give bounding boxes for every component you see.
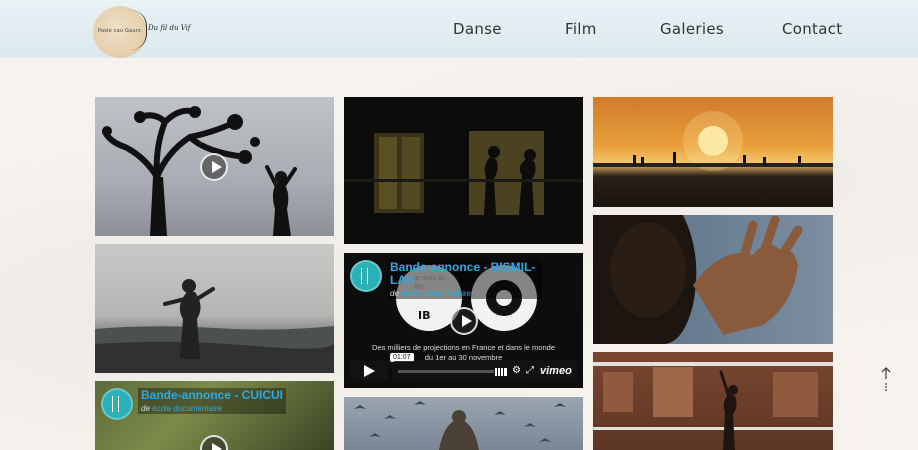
video-title[interactable]: Bande-annonce - CUICUI bbox=[141, 389, 283, 402]
vimeo-logo[interactable]: vimeo bbox=[540, 365, 572, 377]
gallery-tile-birds[interactable] bbox=[344, 397, 583, 450]
gallery-tile-gym-dancer[interactable] bbox=[593, 352, 833, 450]
video-byline: de école documentaire bbox=[141, 404, 283, 413]
hands-scene bbox=[593, 215, 803, 344]
sunset-scene bbox=[593, 111, 833, 171]
gallery-tile-sunset-beach[interactable] bbox=[593, 97, 833, 207]
video-header: Bande-annonce - CUICUI de école document… bbox=[101, 388, 287, 420]
nav-item-contact[interactable]: Contact bbox=[782, 20, 842, 38]
gallery-tile-baobab[interactable] bbox=[95, 97, 334, 236]
video-header: Bande-annonce - BISMIL-LAH de école docu… bbox=[350, 260, 542, 299]
gallery-tile-beach-dancer[interactable] bbox=[95, 244, 334, 373]
caption-line-1: Des milliers de projections en France et… bbox=[371, 343, 555, 352]
birds-scene bbox=[354, 401, 566, 450]
channel-avatar[interactable] bbox=[350, 260, 382, 292]
gym-scene bbox=[593, 362, 833, 450]
play-icon bbox=[364, 365, 375, 377]
channel-link[interactable]: école documentaire bbox=[401, 289, 471, 298]
play-icon[interactable] bbox=[200, 153, 228, 181]
channel-link[interactable]: école documentaire bbox=[152, 404, 222, 413]
video-player-cuicui[interactable]: Bande-annonce - CUICUI de école document… bbox=[95, 381, 334, 450]
progress-bar[interactable] bbox=[398, 370, 494, 373]
gallery-tile-window-silhouettes[interactable] bbox=[344, 97, 583, 244]
nav-item-film[interactable]: Film bbox=[565, 20, 597, 38]
site-header: Pasle cau Gaurz Du fil du Vif Danse Film… bbox=[0, 0, 918, 58]
channel-avatar[interactable] bbox=[101, 388, 133, 420]
video-title[interactable]: Bande-annonce - BISMIL-LAH bbox=[390, 261, 539, 287]
gallery-tile-hands[interactable] bbox=[593, 215, 833, 344]
volume-icon[interactable] bbox=[495, 368, 507, 376]
byline-prefix: de bbox=[390, 289, 399, 298]
play-icon[interactable] bbox=[200, 435, 228, 450]
play-icon[interactable] bbox=[450, 307, 478, 335]
scroll-to-top-button[interactable] bbox=[880, 366, 892, 391]
logo[interactable]: Pasle cau Gaurz bbox=[93, 6, 147, 58]
nav-item-galeries[interactable]: Galeries bbox=[660, 20, 724, 38]
window-scene bbox=[344, 131, 583, 215]
player-controls: 01:07 ⚙ ⤢ vimeo bbox=[350, 353, 577, 381]
brand-name[interactable]: Du fil du Vif bbox=[148, 24, 190, 32]
arrow-up-icon bbox=[881, 367, 891, 391]
video-player-bismillah[interactable]: IB le mois du film Bande-annonce - BISMI… bbox=[344, 253, 583, 388]
settings-icon[interactable]: ⚙ bbox=[512, 365, 521, 376]
logo-caption: Pasle cau Gaurz bbox=[98, 28, 141, 34]
video-byline: de école documentaire bbox=[390, 289, 539, 298]
play-pause-button[interactable] bbox=[350, 361, 388, 381]
nav-item-danse[interactable]: Danse bbox=[453, 20, 502, 38]
control-bar: ⚙ ⤢ vimeo bbox=[392, 361, 577, 381]
fullscreen-icon[interactable]: ⤢ bbox=[526, 365, 534, 376]
svg-text:IB: IB bbox=[418, 309, 430, 322]
byline-prefix: de bbox=[141, 404, 150, 413]
beach-dancer-silhouette bbox=[95, 279, 334, 373]
